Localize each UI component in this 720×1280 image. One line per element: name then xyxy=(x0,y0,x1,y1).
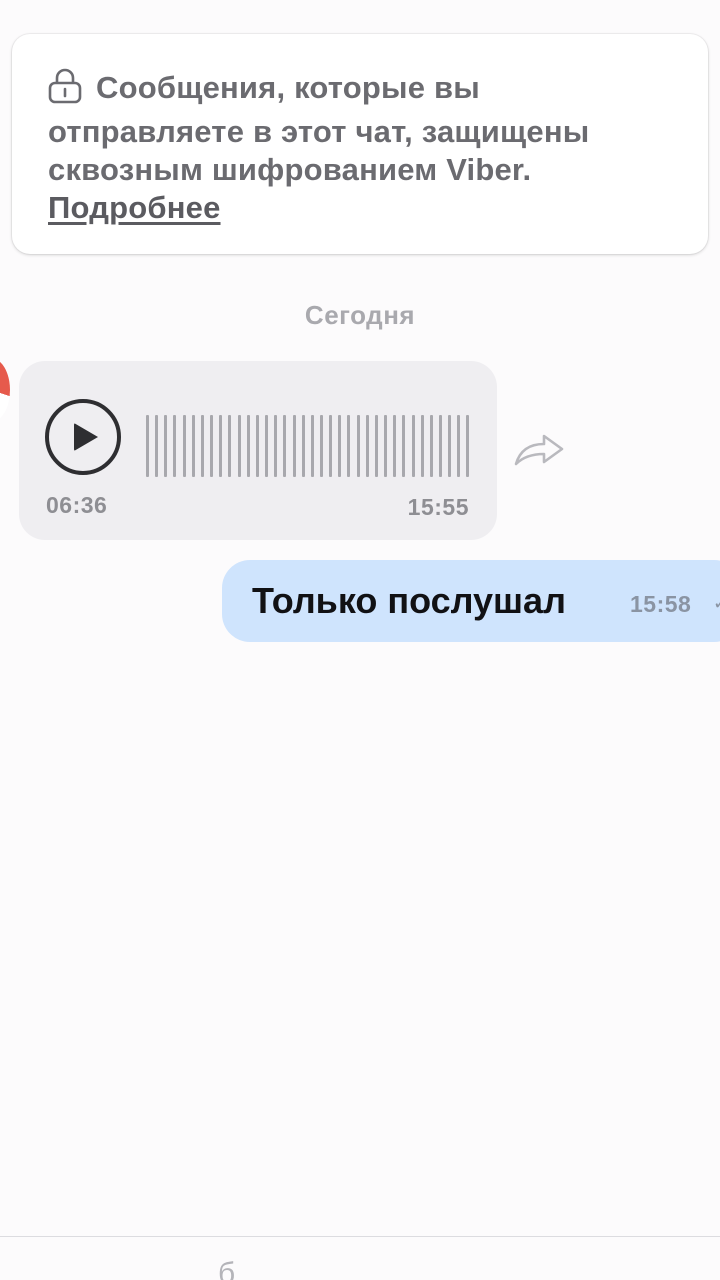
voice-waveform[interactable] xyxy=(146,415,470,477)
play-icon xyxy=(74,423,98,451)
waveform-bar xyxy=(402,415,406,477)
waveform-bar xyxy=(246,415,250,477)
waveform-bar xyxy=(155,415,159,477)
encryption-notice-card: Сообщения, которые вы отправляете в этот… xyxy=(12,34,708,254)
message-timestamp: 15:58 xyxy=(630,591,692,617)
waveform-bar xyxy=(439,415,442,477)
encryption-notice-text: Сообщения, которые вы отправляете в этот… xyxy=(48,70,590,187)
waveform-bar xyxy=(292,415,296,477)
waveform-bar xyxy=(164,415,168,477)
learn-more-link[interactable]: Подробнее xyxy=(48,189,221,227)
waveform-bar xyxy=(255,415,259,477)
waveform-bar xyxy=(200,415,204,477)
waveform-bar xyxy=(429,415,433,477)
date-separator: Сегодня xyxy=(304,300,416,330)
waveform-bar xyxy=(448,415,452,477)
play-button[interactable] xyxy=(45,399,121,475)
waveform-bar xyxy=(219,415,223,477)
waveform-bar xyxy=(347,415,351,477)
avatar[interactable] xyxy=(0,358,10,422)
voice-message-bubble: 06:36 15:55 xyxy=(19,361,497,540)
waveform-bar xyxy=(356,415,360,477)
check-icon: ✓ xyxy=(713,593,720,614)
waveform-bar xyxy=(274,415,278,477)
waveform-bar xyxy=(420,415,424,477)
lock-icon xyxy=(48,68,82,113)
outgoing-message-bubble[interactable]: Только послушал 15:58 ✓ xyxy=(222,560,720,642)
message-composer[interactable]: б xyxy=(0,1236,720,1280)
chat-screen: Сообщения, которые вы отправляете в этот… xyxy=(0,0,720,1280)
voice-duration: 06:36 xyxy=(46,492,108,518)
encryption-notice: Сообщения, которые вы отправляете в этот… xyxy=(48,68,672,227)
composer-placeholder: б xyxy=(218,1257,236,1280)
waveform-bar xyxy=(393,415,397,477)
waveform-bar xyxy=(283,415,287,477)
waveform-bar xyxy=(374,415,378,477)
waveform-bar xyxy=(146,415,149,477)
forward-button[interactable] xyxy=(512,430,566,470)
waveform-bar xyxy=(173,415,177,477)
forward-icon xyxy=(514,434,564,466)
waveform-bar xyxy=(237,415,241,477)
waveform-bar xyxy=(310,415,314,477)
message-timestamp: 15:55 xyxy=(407,494,469,520)
waveform-bar xyxy=(384,415,388,477)
waveform-bar xyxy=(228,415,232,477)
waveform-bar xyxy=(182,415,186,477)
waveform-bar xyxy=(191,415,195,477)
waveform-bar xyxy=(338,415,342,477)
waveform-bar xyxy=(411,415,415,477)
waveform-bar xyxy=(466,415,470,477)
waveform-bar xyxy=(301,415,305,477)
waveform-bar xyxy=(457,415,461,477)
waveform-bar xyxy=(265,415,269,477)
waveform-bar xyxy=(210,415,214,477)
waveform-bar xyxy=(329,415,333,477)
waveform-bar xyxy=(365,415,369,477)
waveform-bar xyxy=(319,415,323,477)
message-text: Только послушал xyxy=(252,580,566,621)
